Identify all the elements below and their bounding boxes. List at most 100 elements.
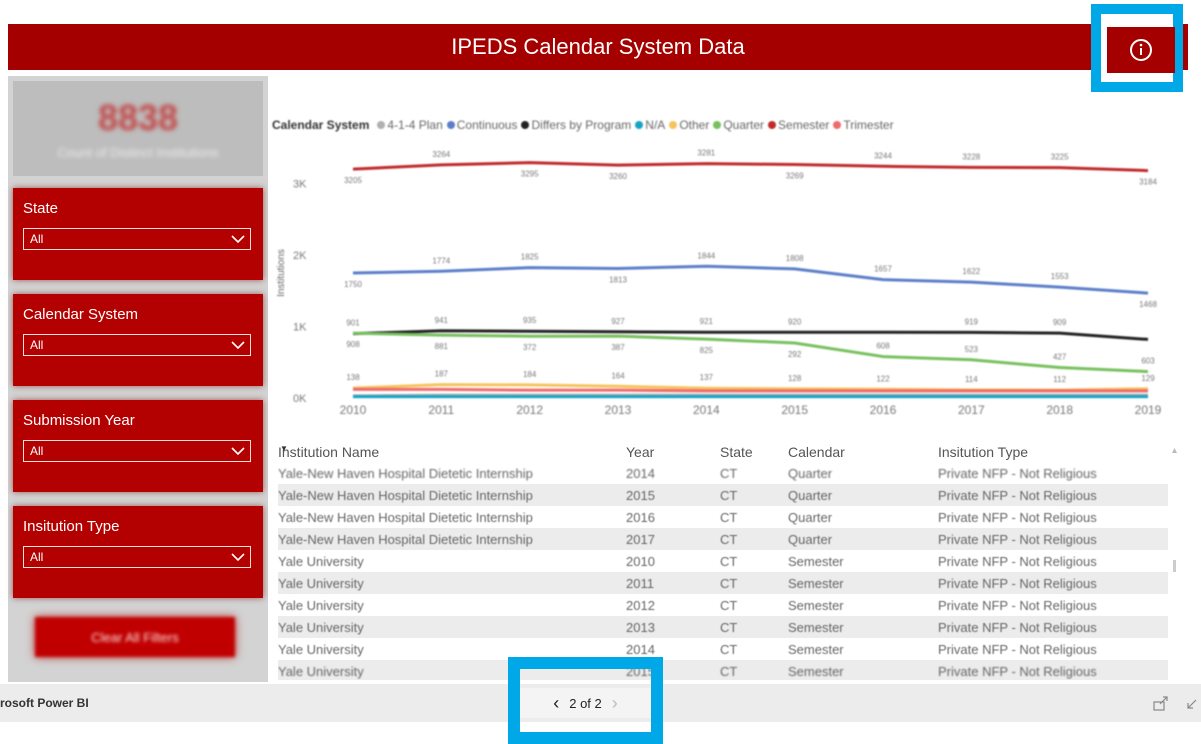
calendar-system-select[interactable]: All	[23, 334, 251, 356]
legend-item[interactable]: Semester	[768, 118, 829, 132]
data-label: 908	[346, 340, 360, 349]
clear-filters-button[interactable]: Clear All Filters	[35, 617, 235, 657]
line-chart: Calendar System 4-1-4 Plan Continuous Diffe…	[270, 110, 1186, 430]
legend-marker	[669, 121, 678, 129]
data-label: 920	[788, 317, 802, 326]
table-cell: 2017	[626, 532, 655, 547]
x-tick-label: 2016	[870, 403, 897, 417]
data-label: 1813	[609, 276, 627, 285]
sort-desc-icon[interactable]: ▼	[280, 444, 288, 453]
share-icon[interactable]	[1152, 694, 1170, 712]
legend-marker	[833, 121, 842, 129]
page-navigator: ‹ 2 of 2 ›	[520, 688, 651, 718]
data-label: 1622	[962, 267, 980, 276]
data-label: 187	[435, 370, 449, 379]
legend-item[interactable]: 4-1-4 Plan	[377, 118, 443, 132]
table-scrollbar[interactable]	[1171, 440, 1178, 680]
x-tick-label: 2019	[1135, 403, 1162, 417]
table-row[interactable]: Yale-New Haven Hospital Dietetic Interns…	[278, 528, 1168, 550]
table-row[interactable]: Yale-New Haven Hospital Dietetic Interns…	[278, 506, 1168, 528]
legend-label: N/A	[645, 118, 666, 132]
filter-title: State	[23, 200, 59, 217]
data-label: 128	[788, 374, 802, 383]
data-label: 3225	[1051, 153, 1069, 162]
table-cell: 2012	[626, 598, 655, 613]
y-tick-label: 0K	[293, 393, 307, 405]
legend-item[interactable]: Trimester	[833, 118, 894, 132]
legend-label: Quarter	[723, 118, 765, 132]
series-line	[352, 264, 1149, 295]
filter-state: State All	[13, 188, 263, 280]
data-label: 927	[611, 317, 625, 326]
chevron-down-icon	[231, 235, 245, 244]
table-cell: Quarter	[788, 488, 833, 503]
data-label: 909	[1053, 318, 1067, 327]
data-label: 1750	[344, 280, 362, 289]
kpi-value: 8838	[97, 97, 179, 138]
y-tick-label: 3K	[293, 179, 307, 191]
table-row[interactable]: Yale University 2014 CT Semester Private NFP…	[278, 638, 1168, 660]
chevron-right-icon[interactable]: ›	[602, 693, 628, 714]
legend-item[interactable]: Quarter	[713, 118, 764, 132]
table-row[interactable]: Yale-New Haven Hospital Dietetic Interns…	[278, 462, 1168, 484]
table-cell: Quarter	[788, 510, 833, 525]
column-header[interactable]: State	[720, 444, 753, 460]
table-cell: CT	[720, 466, 738, 481]
data-label: 184	[523, 370, 537, 379]
filter-title: Submission Year	[23, 412, 135, 429]
legend-label: Continuous	[456, 118, 518, 132]
data-label: 603	[1141, 357, 1155, 366]
column-header[interactable]: Insitution Type	[938, 444, 1028, 460]
data-label: 881	[435, 342, 449, 351]
institution-type-select[interactable]: All	[23, 546, 251, 568]
info-button[interactable]	[1107, 27, 1175, 73]
legend-marker	[768, 121, 777, 129]
filter-institution-type: Insitution Type All	[13, 506, 263, 598]
submission-year-select[interactable]: All	[23, 440, 251, 462]
table-cell: 2014	[626, 642, 655, 657]
data-label: 1774	[432, 256, 450, 265]
column-header[interactable]: Calendar	[788, 444, 845, 460]
data-label: 427	[1053, 353, 1067, 362]
data-label: 292	[788, 350, 802, 359]
data-label: 3184	[1139, 178, 1157, 187]
table-row[interactable]: Yale-New Haven Hospital Dietetic Interns…	[278, 484, 1168, 506]
table-cell: CT	[720, 510, 738, 525]
report-header: IPEDS Calendar System Data	[8, 24, 1188, 70]
data-label: 164	[611, 371, 625, 380]
table-row[interactable]: Yale University 2012 CT Semester Private NFP…	[278, 594, 1168, 616]
legend-item[interactable]: N/A	[635, 118, 665, 132]
state-select[interactable]: All	[23, 228, 251, 250]
table-cell: Yale-New Haven Hospital Dietetic Interns…	[278, 510, 533, 525]
table-cell: Private NFP - Not Religious	[938, 510, 1097, 525]
table-cell: Semester	[788, 576, 844, 591]
table-cell: Yale University	[278, 620, 364, 635]
column-header[interactable]: Institution Name	[278, 444, 379, 460]
table-cell: CT	[720, 598, 738, 613]
table-cell: Semester	[788, 664, 844, 679]
data-label: 901	[346, 319, 360, 328]
table-row[interactable]: Yale University 2015 CT Semester Private NFP…	[278, 660, 1168, 680]
legend-item[interactable]: Differs by Program	[521, 118, 631, 132]
chevron-left-icon[interactable]: ‹	[543, 693, 569, 714]
table-cell: 2010	[626, 554, 655, 569]
table-row[interactable]: Yale University 2013 CT Semester Private NFP…	[278, 616, 1168, 638]
x-tick-label: 2015	[781, 403, 808, 417]
kpi-card: 8838 Count of Distinct Institutions	[13, 81, 263, 176]
data-label: 129	[1141, 374, 1155, 383]
data-label: 122	[876, 374, 890, 383]
table-row[interactable]: Yale University 2011 CT Semester Private NFP…	[278, 572, 1168, 594]
legend-item[interactable]: Other	[669, 118, 709, 132]
kpi-label: Count of Distinct Institutions	[57, 145, 219, 160]
table-cell: Semester	[788, 598, 844, 613]
data-label: 1844	[697, 251, 715, 260]
y-tick-label: 2K	[293, 250, 307, 262]
expand-icon[interactable]	[1186, 694, 1200, 712]
column-header[interactable]: Year	[626, 444, 654, 460]
legend-marker	[377, 121, 386, 129]
table-row[interactable]: Yale University 2010 CT Semester Private NFP…	[278, 550, 1168, 572]
table-cell: CT	[720, 642, 738, 657]
table-cell: Yale University	[278, 576, 364, 591]
table-cell: Semester	[788, 642, 844, 657]
legend-item[interactable]: Continuous	[446, 118, 518, 132]
